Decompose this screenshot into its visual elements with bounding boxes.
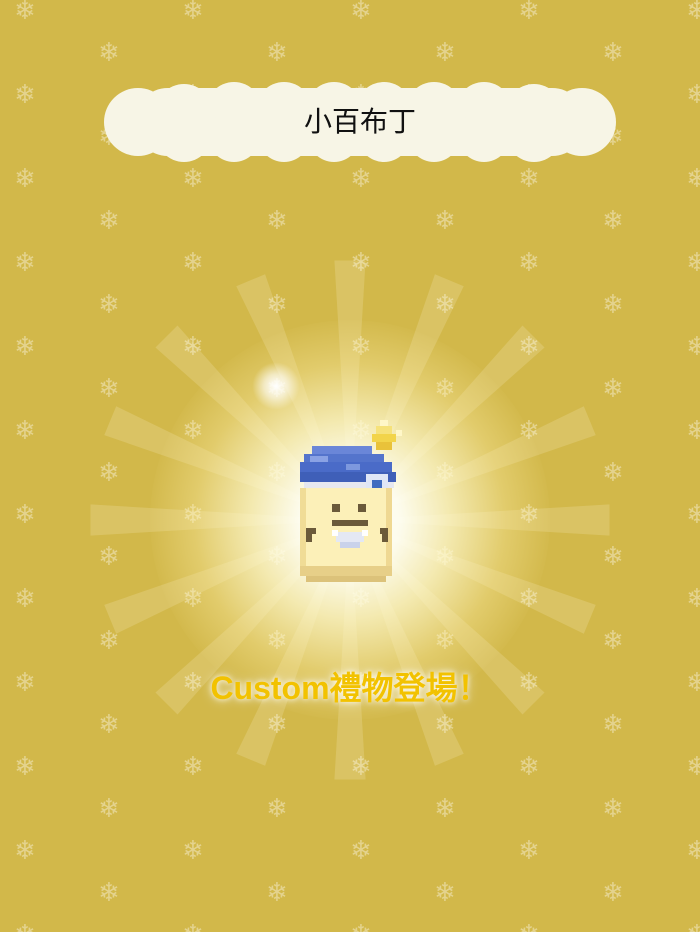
pixel-pudding-icon — [300, 420, 402, 582]
gift-reveal-screen[interactable]: ❄ ❄ ❄ ❄ ❄ ❄ ❄ ❄ ❄ ❄ ❄ ❄ ❄ ❄ ❄ ❄ ❄ ❄ ❄ ❄ ❄ ❄ ❄ ❄ ❄ ❄ ❄ ❄ ❄ ❄ ❄ ❄ ❄ ❄ ❄ ❄ ❄ ❄ ❄ ❄… — [0, 0, 700, 932]
pudding-character-sprite[interactable] — [296, 420, 416, 590]
character-name: 小百布丁 — [303, 105, 416, 138]
name-banner: 小百布丁 — [104, 82, 616, 162]
gift-arrival-banner: Custom禮物登場！ — [210, 670, 490, 706]
sparkle-icon — [252, 362, 300, 410]
